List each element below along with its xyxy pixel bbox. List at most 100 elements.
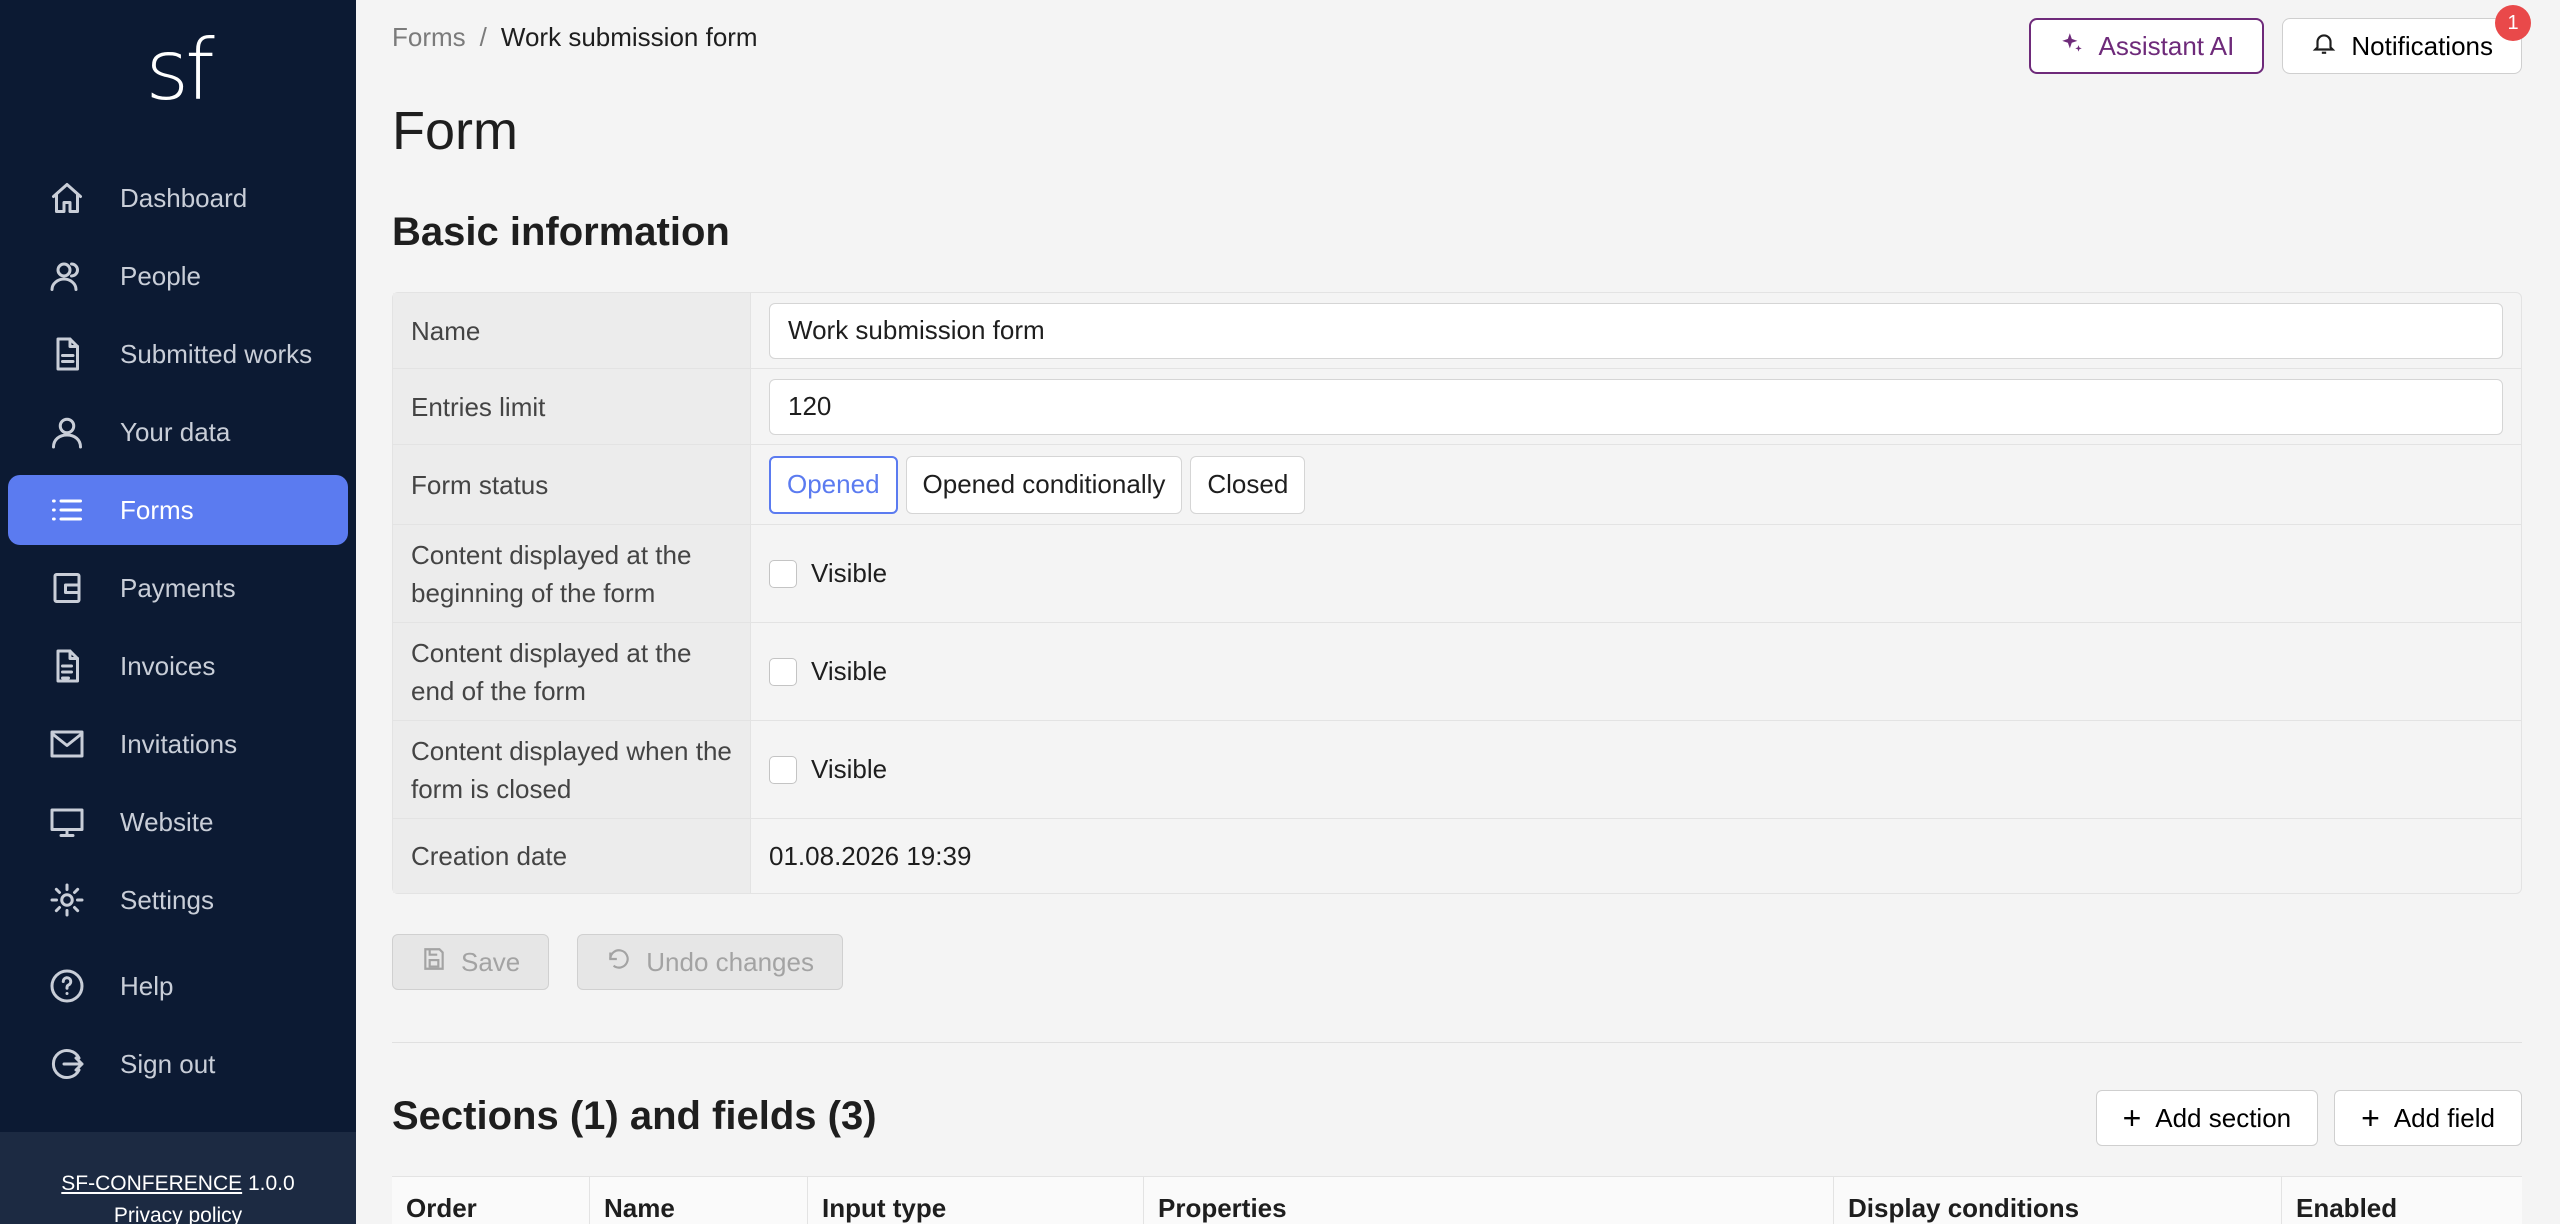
status-closed-button[interactable]: Closed — [1190, 455, 1306, 514]
basic-info-table: Name Entries limit Form status Opened Op… — [392, 292, 2522, 894]
sidebar-item-submitted-works[interactable]: Submitted works — [8, 319, 348, 389]
visible-label: Visible — [811, 656, 888, 686]
sidebar-item-label: Help — [120, 970, 174, 1001]
sidebar-item-people[interactable]: People — [8, 241, 348, 311]
name-input[interactable] — [769, 302, 2503, 359]
content-end-row: Content displayed at the end of the form… — [393, 623, 2521, 721]
column-header-order[interactable]: Order — [392, 1177, 590, 1224]
limit-row: Entries limit — [393, 369, 2521, 445]
column-header-name[interactable]: Name — [590, 1177, 808, 1224]
checkbox-box[interactable] — [769, 559, 797, 588]
sidebar-item-settings[interactable]: Settings — [8, 865, 348, 935]
add-field-label: Add field — [2393, 1102, 2495, 1133]
breadcrumb: Forms / Work submission form — [392, 22, 758, 53]
content-closed-visible-checkbox[interactable]: Visible — [769, 754, 887, 785]
mail-icon — [48, 725, 86, 763]
status-opened-conditionally-button[interactable]: Opened conditionally — [905, 455, 1183, 514]
monitor-icon — [48, 803, 86, 841]
sidebar-item-label: Invoices — [120, 650, 216, 681]
plus-icon: + — [2361, 1100, 2380, 1136]
add-field-button[interactable]: + Add field — [2334, 1090, 2522, 1146]
name-label: Name — [393, 293, 751, 368]
entries-limit-input[interactable] — [769, 378, 2503, 435]
sidebar-item-forms[interactable]: Forms — [8, 475, 348, 545]
version-number: 1.0.0 — [247, 1172, 295, 1195]
status-opened-button[interactable]: Opened — [769, 455, 898, 514]
home-icon — [48, 179, 86, 217]
column-header-display-conditions[interactable]: Display conditions — [1834, 1177, 2282, 1224]
sign-out-icon — [48, 1045, 86, 1083]
content-end-visible-checkbox[interactable]: Visible — [769, 656, 887, 687]
visible-label: Visible — [811, 558, 888, 588]
sidebar-item-dashboard[interactable]: Dashboard — [8, 163, 348, 233]
content-begin-row: Content displayed at the beginning of th… — [393, 525, 2521, 623]
app-version: SF-CONFERENCE 1.0.0 — [0, 1168, 356, 1200]
sidebar-item-label: People — [120, 260, 201, 291]
top-actions: Assistant AI Notifications 1 — [2028, 5, 2531, 74]
sidebar-item-website[interactable]: Website — [8, 787, 348, 857]
sidebar-item-sign-out[interactable]: Sign out — [8, 1029, 348, 1099]
content-closed-row: Content displayed when the form is close… — [393, 721, 2521, 819]
fields-table-header: Order Name Input type Properties Display… — [392, 1176, 2522, 1224]
sidebar-item-label: Website — [120, 806, 214, 837]
status-row: Form status Opened Opened conditionally … — [393, 445, 2521, 525]
column-header-properties[interactable]: Properties — [1144, 1177, 1834, 1224]
sidebar-item-invoices[interactable]: Invoices — [8, 631, 348, 701]
undo-icon — [606, 946, 632, 979]
help-icon — [48, 967, 86, 1005]
sidebar-item-label: Forms — [120, 494, 194, 525]
visible-label: Visible — [811, 754, 888, 784]
people-icon — [48, 257, 86, 295]
sparkle-icon — [2059, 30, 2085, 63]
add-section-button[interactable]: + Add section — [2095, 1090, 2319, 1146]
undo-label: Undo changes — [646, 946, 814, 977]
content-end-label: Content displayed at the end of the form — [393, 623, 751, 720]
form-actions: Save Undo changes — [392, 934, 843, 990]
form-status-label: Form status — [393, 445, 751, 524]
save-button[interactable]: Save — [392, 934, 550, 990]
sidebar-item-label: Settings — [120, 884, 214, 915]
breadcrumb-forms-link[interactable]: Forms — [392, 22, 466, 52]
checkbox-box[interactable] — [769, 755, 797, 784]
notifications-label: Notifications — [2351, 30, 2493, 61]
sidebar-item-your-data[interactable]: Your data — [8, 397, 348, 467]
main-content: Forms / Work submission form Assistant AI … — [392, 0, 2531, 1224]
column-header-enabled[interactable]: Enabled — [2282, 1177, 2522, 1224]
assistant-ai-button[interactable]: Assistant AI — [2028, 18, 2265, 74]
section-title: Basic information — [392, 210, 730, 254]
wallet-icon — [48, 569, 86, 607]
entries-limit-label: Entries limit — [393, 369, 751, 444]
creation-date-value: 01.08.2026 19:39 — [769, 840, 972, 871]
notifications-badge: 1 — [2495, 5, 2531, 41]
gear-icon — [48, 881, 86, 919]
user-icon — [48, 413, 86, 451]
bell-icon — [2311, 30, 2337, 63]
content-closed-label: Content displayed when the form is close… — [393, 721, 751, 818]
sections-title: Sections (1) and fields (3) — [392, 1094, 877, 1138]
checkbox-box[interactable] — [769, 657, 797, 686]
breadcrumb-separator: / — [479, 22, 487, 52]
plus-icon: + — [2122, 1100, 2142, 1136]
content-begin-visible-checkbox[interactable]: Visible — [769, 558, 887, 589]
sections-actions: + Add section + Add field — [2095, 1090, 2522, 1146]
notifications-button[interactable]: Notifications 1 — [2282, 5, 2531, 74]
sidebar-nav: Dashboard People Submitted works Your da… — [8, 163, 348, 1107]
sidebar: sf Dashboard People Submitted works Your… — [0, 0, 356, 1224]
form-status-selector: Opened Opened conditionally Closed — [769, 455, 1306, 514]
app-name-link[interactable]: SF-CONFERENCE — [61, 1172, 242, 1195]
content-begin-label: Content displayed at the beginning of th… — [393, 525, 751, 622]
app-logo[interactable]: sf — [0, 28, 356, 112]
sidebar-item-invitations[interactable]: Invitations — [8, 709, 348, 779]
creation-date-row: Creation date 01.08.2026 19:39 — [393, 819, 2521, 893]
page-title: Form — [392, 101, 518, 161]
sidebar-item-help[interactable]: Help — [8, 951, 348, 1021]
add-section-label: Add section — [2155, 1102, 2292, 1133]
privacy-policy-link[interactable]: Privacy policy — [0, 1200, 356, 1224]
sidebar-item-label: Payments — [120, 572, 236, 603]
assistant-ai-label: Assistant AI — [2098, 30, 2235, 61]
undo-changes-button[interactable]: Undo changes — [577, 934, 843, 990]
breadcrumb-current: Work submission form — [500, 22, 758, 52]
sidebar-item-payments[interactable]: Payments — [8, 553, 348, 623]
column-header-input-type[interactable]: Input type — [808, 1177, 1144, 1224]
document-icon — [48, 335, 86, 373]
